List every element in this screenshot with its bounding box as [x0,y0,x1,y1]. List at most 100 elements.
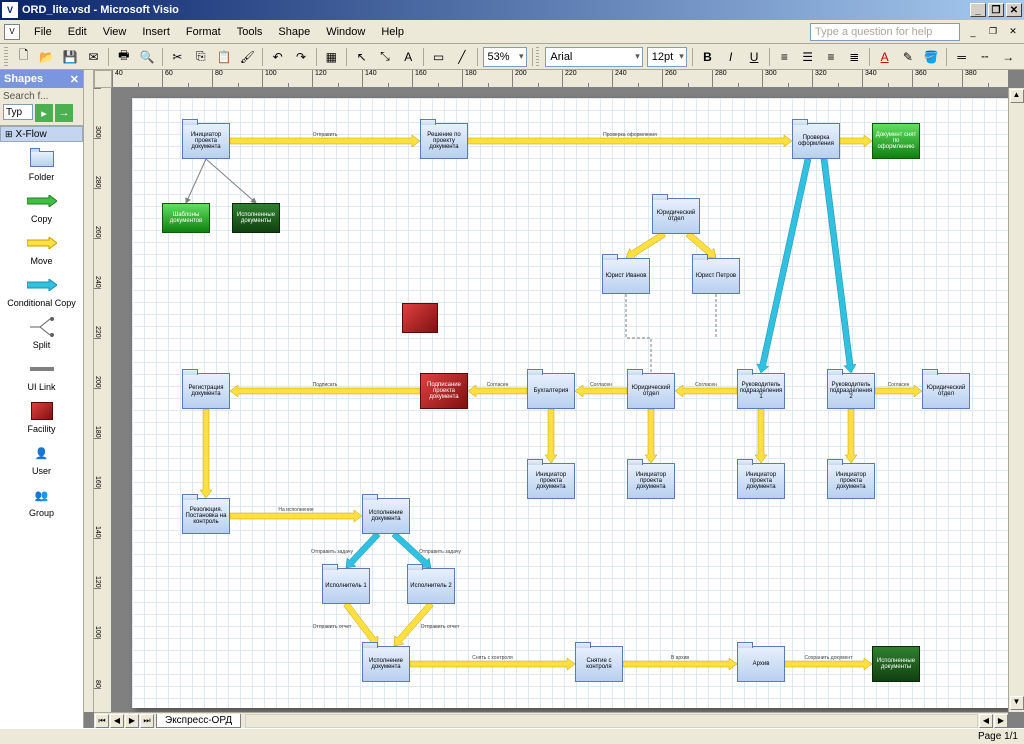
diagram-shape[interactable]: Архив [737,646,785,682]
shape-facility[interactable]: Facility [2,396,81,438]
toolbar-grip-2[interactable] [536,47,540,67]
shape-split[interactable]: Split [2,312,81,354]
mdi-minimize-button[interactable]: _ [966,25,980,39]
mail-button[interactable]: ✉ [83,46,104,68]
diagram-shape[interactable]: Инициатор проекта документа [627,463,675,499]
drawing-page[interactable]: ОтправитьПроверка оформленияПодписатьСог… [132,98,1008,708]
line-color-button[interactable]: ✎ [897,46,918,68]
shapes-pane-close-button[interactable]: ✕ [70,73,79,86]
diagram-shape[interactable]: Инициатор проекта документа [527,463,575,499]
menu-shape[interactable]: Shape [270,24,318,40]
shapes-search-input[interactable] [3,104,33,120]
zoom-combo[interactable]: 53% [483,47,527,67]
scroll-left-button[interactable]: ◀ [979,714,993,728]
copy-button[interactable]: ⎘ [190,46,211,68]
drawing-scroll-area[interactable]: ОтправитьПроверка оформленияПодписатьСог… [112,88,1008,712]
first-page-button[interactable]: ⏮ [95,714,109,728]
line-ends-button[interactable]: → [998,46,1019,68]
diagram-shape[interactable]: Юрист Иванов [602,258,650,294]
preview-button[interactable]: 🔍 [136,46,157,68]
scroll-up-button[interactable]: ▲ [1010,89,1024,103]
connector-tool-button[interactable]: ⤡ [374,46,395,68]
font-combo[interactable]: Arial [545,47,642,67]
close-button[interactable]: ✕ [1006,3,1022,17]
rectangle-tool-button[interactable]: ▭ [428,46,449,68]
diagram-shape[interactable] [402,303,438,333]
menu-file[interactable]: File [26,24,60,40]
shapes-window-button[interactable]: ▦ [321,46,342,68]
align-left-button[interactable]: ≡ [774,46,795,68]
format-painter-button[interactable]: 🖌 [237,46,258,68]
menu-format[interactable]: Format [178,24,229,40]
diagram-shape[interactable]: Исполнение документа [362,646,410,682]
diagram-shape[interactable]: Руководитель подразделения 2 [827,373,875,409]
text-tool-button[interactable]: A [398,46,419,68]
pane-splitter[interactable] [84,70,94,712]
diagram-shape[interactable]: Резолюция. Постановка на контроль [182,498,230,534]
mdi-restore-button[interactable]: ❐ [986,25,1000,39]
mdi-close-button[interactable]: ✕ [1006,25,1020,39]
diagram-shape[interactable]: Подписание проекта документа [420,373,468,409]
shape-move[interactable]: Move [2,228,81,270]
fill-color-button[interactable]: 🪣 [921,46,942,68]
open-button[interactable]: 📂 [36,46,57,68]
redo-button[interactable]: ↷ [290,46,311,68]
italic-button[interactable]: I [720,46,741,68]
menu-tools[interactable]: Tools [229,24,271,40]
stencil-header[interactable]: X-Flow [0,126,83,142]
vertical-scrollbar[interactable]: ▲ ▼ [1008,88,1024,712]
diagram-shape[interactable]: Инициатор проекта документа [827,463,875,499]
help-search-input[interactable]: Type a question for help [810,23,960,41]
restore-button[interactable]: ❐ [988,3,1004,17]
menu-view[interactable]: View [95,24,135,40]
scroll-right-button[interactable]: ▶ [994,714,1008,728]
cut-button[interactable]: ✂ [167,46,188,68]
bold-button[interactable]: B [697,46,718,68]
page-tab[interactable]: Экспресс-ОРД [156,714,241,728]
fontsize-combo[interactable]: 12pt [647,47,687,67]
diagram-shape[interactable]: Исполненные документы [872,646,920,682]
menu-help[interactable]: Help [373,24,412,40]
diagram-shape[interactable]: Исполненные документы [232,203,280,233]
shape-folder[interactable]: Folder [2,144,81,186]
menu-edit[interactable]: Edit [60,24,95,40]
shape-conditional-copy[interactable]: Conditional Copy [2,270,81,312]
line-weight-button[interactable]: ═ [951,46,972,68]
diagram-shape[interactable]: Юридический отдел [627,373,675,409]
menu-insert[interactable]: Insert [134,24,178,40]
diagram-shape[interactable]: Регистрация документа [182,373,230,409]
vertical-ruler[interactable]: 3002802602402202001801601401201008060402… [94,88,112,712]
prev-page-button[interactable]: ◀ [110,714,124,728]
shapes-search-go-button[interactable]: ▸ [35,104,53,122]
diagram-shape[interactable]: Инициатор проекта документа [182,123,230,159]
document-icon[interactable]: V [4,24,20,40]
save-button[interactable]: 💾 [60,46,81,68]
diagram-shape[interactable]: Шаблоны документов [162,203,210,233]
shape-user[interactable]: 👤User [2,438,81,480]
diagram-shape[interactable]: Инициатор проекта документа [737,463,785,499]
horizontal-ruler[interactable]: 4060801001201401601802002202402602803003… [112,70,1008,88]
scroll-down-button[interactable]: ▼ [1010,696,1024,710]
print-button[interactable]: 🖶 [113,46,134,68]
diagram-shape[interactable]: Снятие с контроля [575,646,623,682]
menu-window[interactable]: Window [318,24,373,40]
line-tool-button[interactable]: ╱ [451,46,472,68]
shapes-search-go-button-2[interactable]: → [55,104,73,122]
diagram-shape[interactable]: Юридический отдел [922,373,970,409]
align-center-button[interactable]: ☰ [797,46,818,68]
underline-button[interactable]: U [743,46,764,68]
justify-button[interactable]: ≣ [844,46,865,68]
horizontal-scrollbar[interactable] [245,714,978,728]
diagram-shape[interactable]: Исполнитель 2 [407,568,455,604]
undo-button[interactable]: ↶ [267,46,288,68]
diagram-shape[interactable]: Проверка оформления [792,123,840,159]
toolbar-grip[interactable] [4,47,8,67]
shape-copy[interactable]: Copy [2,186,81,228]
paste-button[interactable]: 📋 [213,46,234,68]
new-button[interactable]: 🗋 [13,46,34,68]
diagram-shape[interactable]: Бухгалтерия [527,373,575,409]
diagram-shape[interactable]: Исполнитель 1 [322,568,370,604]
diagram-shape[interactable]: Решение по проекту документа [420,123,468,159]
line-pattern-button[interactable]: ╌ [974,46,995,68]
diagram-shape[interactable]: Руководитель подразделения 1 [737,373,785,409]
